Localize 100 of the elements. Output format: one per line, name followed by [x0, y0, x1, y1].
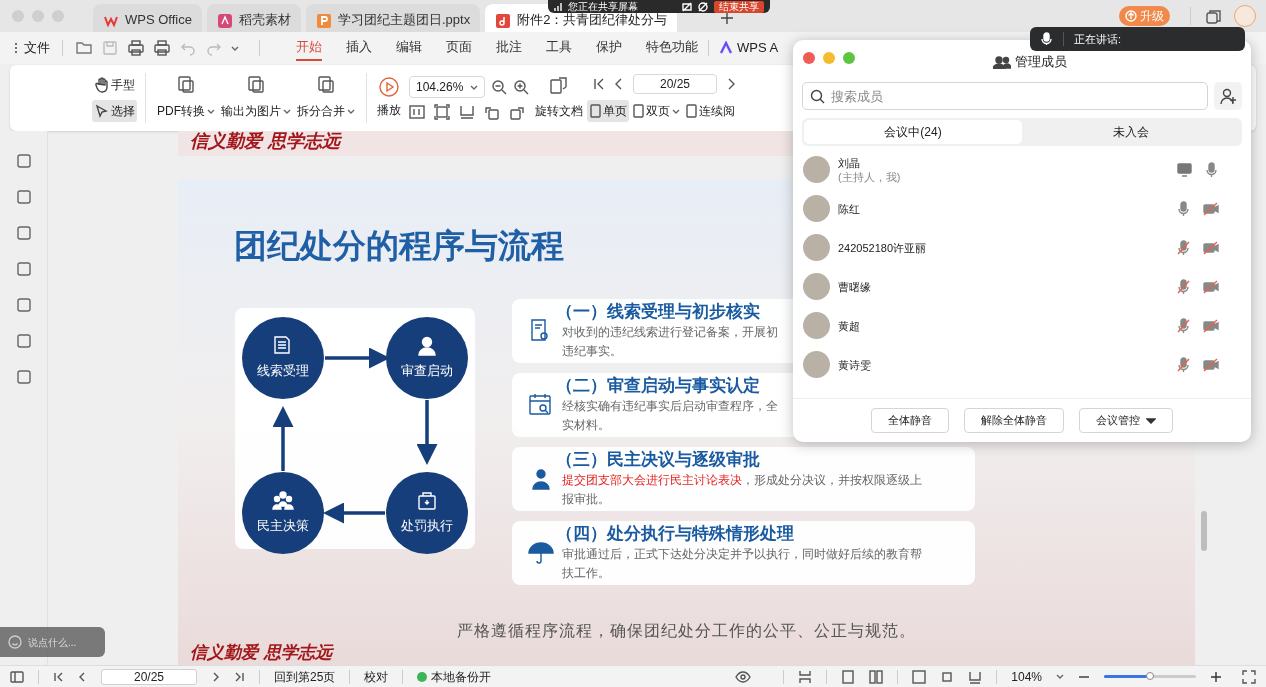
view-mode-button[interactable]: 单页	[587, 100, 629, 122]
ribbon-button[interactable]: PDF转换	[155, 100, 217, 122]
ribbon-tab[interactable]: 特色功能	[646, 35, 698, 61]
document-tab[interactable]: WPS Office	[93, 4, 202, 32]
panel-tab[interactable]: 会议中(24)	[804, 120, 1022, 144]
zoom-field[interactable]: 104.26%	[409, 76, 485, 98]
camera-off-icon	[1203, 318, 1219, 333]
group-icon	[272, 490, 294, 513]
close-window-button[interactable]	[803, 52, 815, 64]
split-merge-icon	[316, 74, 336, 94]
view-mode-button[interactable]: 双页	[630, 100, 682, 122]
member-name: 陈红	[838, 201, 860, 216]
first-page-icon	[593, 77, 605, 91]
play-button[interactable]: 播放	[375, 77, 403, 119]
go-to-page-link[interactable]: 回到第25页	[274, 667, 336, 686]
document-tab[interactable]: 稻壳素材	[206, 4, 301, 32]
member-row[interactable]: 黄诗雯	[793, 345, 1251, 384]
stop-sharing-button[interactable]: 结束共享	[714, 0, 764, 13]
caret-icon	[1146, 417, 1156, 424]
add-person-icon	[1219, 87, 1237, 105]
screen-share-icon	[1177, 162, 1192, 177]
sidebar-toggle-icon	[10, 669, 24, 684]
calendar-search-icon	[528, 392, 554, 418]
panel-action-button[interactable]: 解除全体静音	[964, 408, 1064, 433]
caret-icon	[470, 83, 478, 91]
minimize-window-button[interactable]	[823, 52, 835, 64]
member-row[interactable]: 242052180许亚丽	[793, 228, 1251, 267]
add-member-button[interactable]	[1214, 82, 1242, 110]
ribbon-tab[interactable]: 页面	[446, 35, 472, 61]
flow-arrow	[416, 400, 438, 465]
next-page-icon	[211, 670, 221, 683]
hand-tool-button[interactable]: 手型	[92, 74, 137, 96]
member-avatar	[803, 312, 830, 339]
file-menu[interactable]: 文件	[14, 38, 50, 58]
user-avatar[interactable]	[1234, 5, 1256, 27]
member-name: 黄超	[838, 318, 860, 333]
page-field[interactable]: 20/25	[101, 668, 197, 685]
ribbon-tab[interactable]: 保护	[596, 35, 622, 61]
hand-icon	[94, 77, 109, 93]
member-name: 242052180许亚丽	[838, 240, 927, 255]
ribbon-tab[interactable]: 开始	[296, 35, 322, 61]
zoom-slider-track[interactable]	[1104, 675, 1196, 678]
wps-ai-tab[interactable]: WPS A	[719, 38, 779, 58]
export-image-icon	[246, 74, 266, 94]
docer-logo-icon	[216, 13, 233, 29]
print-preview-icon	[153, 39, 171, 57]
member-avatar	[803, 195, 830, 222]
slide-title: 团纪处分的程序与流程	[234, 227, 564, 264]
step-title: （四）处分执行与特殊情形处理	[556, 523, 795, 545]
mic-icon	[1204, 162, 1219, 177]
briefcase-icon	[416, 490, 438, 513]
member-row[interactable]: 黄超	[793, 306, 1251, 345]
panel-action-button[interactable]: 会议管控	[1079, 408, 1173, 433]
view-mode-button[interactable]: 连续阅	[683, 100, 737, 122]
last-page-icon	[235, 670, 245, 683]
page-view-icon	[589, 104, 601, 118]
ribbon-button[interactable]: 拆分合并	[295, 100, 357, 122]
member-search-field[interactable]: 搜索成员	[802, 82, 1208, 110]
person-icon	[416, 335, 438, 358]
rotate-document-button[interactable]: 旋转文档	[535, 76, 583, 120]
ribbon-button[interactable]: 输出为图片	[219, 100, 293, 122]
ribbon-tab[interactable]: 插入	[346, 35, 372, 61]
fit-page-icon	[940, 669, 955, 684]
zoom-window-button[interactable]	[843, 52, 855, 64]
rotate-right-icon	[509, 104, 525, 120]
zoom-in-icon	[1210, 670, 1222, 683]
member-row[interactable]: 曹曙缘	[793, 267, 1251, 306]
zoom-slider-thumb[interactable]	[1146, 672, 1154, 680]
ribbon-tab[interactable]: 编辑	[396, 35, 422, 61]
select-tool-button[interactable]: 选择	[92, 100, 137, 122]
mic-muted-icon	[1176, 240, 1191, 255]
document-tab[interactable]: 学习团纪主题团日.pptx	[305, 4, 481, 32]
mic-muted-icon	[1176, 318, 1191, 333]
member-row[interactable]: 刘晶 (主持人，我)	[793, 150, 1251, 189]
page-field[interactable]: 20/25	[633, 74, 717, 94]
backup-status: 本地备份开	[431, 668, 492, 686]
member-row[interactable]: 陈红	[793, 189, 1251, 228]
member-name: 黄诗雯	[838, 357, 871, 372]
ribbon-tab[interactable]: 批注	[496, 35, 522, 61]
step-title: （二）审查启动与事实认定	[556, 375, 761, 397]
flow-node-label: 民主决策	[257, 517, 309, 536]
ribbon-tab[interactable]: 工具	[546, 35, 572, 61]
panel-action-button[interactable]: 全体静音	[871, 408, 949, 433]
window-icon	[1205, 7, 1222, 25]
panel-tab[interactable]: 未入会	[1022, 120, 1240, 144]
step-description: 审批通过后，正式下达处分决定并予以执行，同时做好后续的教育帮 扶工作。	[562, 546, 922, 582]
flow-node-label: 审查启动	[401, 362, 453, 381]
mic-icon	[1176, 201, 1191, 216]
camera-off-icon	[682, 1, 692, 12]
flow-node-label: 处罚执行	[401, 517, 453, 536]
zoom-in-icon	[513, 79, 529, 95]
pdf-file-icon	[495, 13, 512, 29]
proofread-button[interactable]: 校对	[364, 667, 389, 686]
printer-icon	[127, 39, 145, 57]
fit-page-icon	[434, 104, 450, 120]
rotate-pages-icon	[549, 76, 569, 96]
scrollbar-thumb[interactable]	[1201, 511, 1207, 551]
caret-icon	[283, 107, 291, 115]
member-avatar	[803, 156, 830, 183]
flow-arrow	[272, 406, 294, 471]
